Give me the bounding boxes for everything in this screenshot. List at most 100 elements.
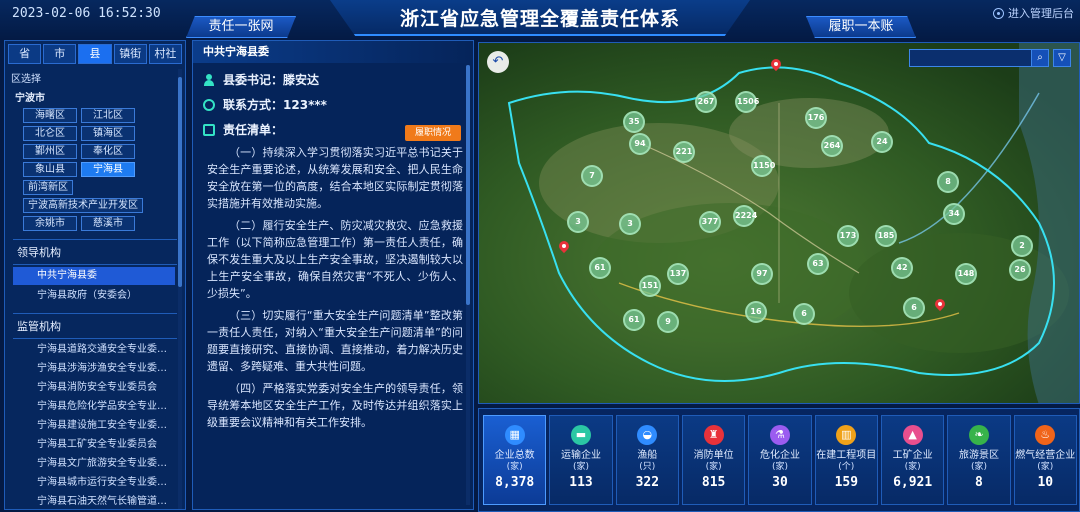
supervision-item[interactable]: 宁海县文广旅游安全专业委…	[13, 456, 175, 472]
district-ninghai[interactable]: 宁海县	[81, 162, 135, 177]
supervision-item[interactable]: 宁海县危险化学品安全专业…	[13, 399, 175, 415]
stat-card-mining-enterprises[interactable]: ▲ 工矿企业 (家) 6,921	[880, 415, 945, 505]
map-pin[interactable]	[771, 59, 781, 73]
stat-card-hazardous-chemicals[interactable]: ⚗ 危化企业 (家) 30	[748, 415, 812, 505]
stat-card-fishing-boats[interactable]: ◒ 渔船 (只) 322	[615, 415, 679, 505]
mid-scroll-thumb[interactable]	[466, 65, 470, 305]
supervision-item[interactable]: 宁海县石油天然气长输管道…	[13, 494, 175, 510]
district-cixi[interactable]: 慈溪市	[81, 216, 135, 231]
map-cluster[interactable]: 377	[699, 211, 721, 233]
stat-card-transport[interactable]: ▬ 运输企业 (家) 113	[549, 415, 613, 505]
tab-town[interactable]: 镇街	[113, 44, 147, 64]
duty-paragraph: （四）严格落实党委对安全生产的领导责任，领导统筹本地区安全生产工作，及时传达并组…	[207, 382, 463, 429]
tab-responsibility-network[interactable]: 责任一张网	[186, 16, 296, 38]
map-cluster[interactable]: 2224	[733, 205, 757, 227]
stat-unit: (家)	[771, 462, 788, 472]
tab-village[interactable]: 村社	[148, 44, 183, 64]
stat-label: 燃气经营企业	[1015, 450, 1076, 461]
map-cluster[interactable]: 26	[1009, 259, 1031, 281]
district-yinzhou[interactable]: 鄞州区	[23, 144, 77, 159]
map-cluster[interactable]: 151	[639, 275, 661, 297]
map-cluster[interactable]: 7	[581, 165, 603, 187]
tab-city[interactable]: 市	[43, 44, 77, 64]
map-cluster[interactable]: 3	[619, 213, 641, 235]
stat-unit: (家)	[970, 462, 987, 472]
leadership-item-county-government[interactable]: 宁海县政府（安委会）	[13, 287, 175, 305]
power-icon	[993, 7, 1004, 19]
satellite-map[interactable]: ↶ ⌕ ▽ 267 1506 35 94 221 176 264 24 7 11…	[478, 42, 1080, 404]
stat-card-gas-enterprises[interactable]: ♨ 燃气经营企业 (家) 10	[1013, 415, 1077, 505]
district-yuyao[interactable]: 余姚市	[23, 216, 77, 231]
search-icon[interactable]: ⌕	[1031, 49, 1049, 67]
district-jiangbei[interactable]: 江北区	[81, 108, 135, 123]
mid-scrollbar[interactable]	[466, 65, 470, 505]
supervision-item[interactable]: 宁海县消防安全专业委员会	[13, 380, 175, 396]
tab-county[interactable]: 县	[78, 44, 112, 64]
district-xiangshan[interactable]: 象山县	[23, 162, 77, 177]
tab-province[interactable]: 省	[8, 44, 42, 64]
map-cluster[interactable]: 137	[667, 263, 689, 285]
truck-icon: ▬	[570, 425, 591, 445]
left-scroll-thumb[interactable]	[178, 77, 182, 287]
map-cluster[interactable]: 61	[589, 257, 611, 279]
district-haishu[interactable]: 海曙区	[23, 108, 77, 123]
map-cluster[interactable]: 16	[745, 301, 767, 323]
map-cluster[interactable]: 1150	[751, 155, 775, 177]
district-hightech-zone[interactable]: 宁波高新技术产业开发区	[23, 198, 143, 213]
supervision-item[interactable]: 宁海县道路交通安全专业委…	[13, 342, 175, 358]
fire-hydrant-icon: ♜	[703, 425, 724, 445]
map-cluster[interactable]: 264	[821, 135, 843, 157]
map-cluster[interactable]: 173	[837, 225, 859, 247]
stat-card-construction-projects[interactable]: ▥ 在建工程项目 (个) 159	[814, 415, 878, 505]
stat-card-total-enterprises[interactable]: ▦ 企业总数 (家) 8,378	[483, 415, 547, 505]
supervision-item[interactable]: 宁海县城市运行安全专业委…	[13, 475, 175, 491]
map-cluster[interactable]: 6	[903, 297, 925, 319]
map-back-button[interactable]: ↶	[487, 51, 509, 73]
map-cluster[interactable]: 24	[871, 131, 893, 153]
map-cluster[interactable]: 34	[943, 203, 965, 225]
leadership-item-county-committee[interactable]: 中共宁海县委	[13, 267, 175, 285]
map-cluster[interactable]: 267	[695, 91, 717, 113]
secretary-label: 县委书记：	[223, 73, 284, 87]
left-scrollbar[interactable]	[178, 69, 182, 509]
tab-duty-ledger[interactable]: 履职一本账	[806, 16, 916, 38]
supervision-item[interactable]: 宁海县涉海涉渔安全专业委…	[13, 361, 175, 377]
map-cluster[interactable]: 1506	[735, 91, 759, 113]
map-search-input[interactable]	[909, 49, 1049, 67]
map-cluster[interactable]: 2	[1011, 235, 1033, 257]
leadership-section-title[interactable]: 领导机构	[13, 239, 177, 265]
map-cluster[interactable]: 9	[657, 311, 679, 333]
map-pin[interactable]	[935, 299, 945, 313]
stat-card-scenic-spots[interactable]: ❧ 旅游景区 (家) 8	[947, 415, 1011, 505]
supervision-item[interactable]: 宁海县工矿安全专业委员会	[13, 437, 175, 453]
supervision-section-title[interactable]: 监管机构	[13, 313, 177, 339]
map-cluster[interactable]: 35	[623, 111, 645, 133]
duty-performance-button[interactable]: 履职情况	[405, 125, 461, 141]
stat-label: 渔船	[637, 450, 658, 461]
district-fenghua[interactable]: 奉化区	[81, 144, 135, 159]
map-cluster[interactable]: 8	[937, 171, 959, 193]
map-cluster[interactable]: 148	[955, 263, 977, 285]
stat-label: 工矿企业	[892, 450, 933, 461]
stat-value: 30	[772, 475, 788, 490]
district-qianwan[interactable]: 前湾新区	[23, 180, 73, 195]
map-cluster[interactable]: 185	[875, 225, 897, 247]
stat-card-fire-units[interactable]: ♜ 消防单位 (家) 815	[681, 415, 746, 505]
map-cluster[interactable]: 6	[793, 303, 815, 325]
district-beilun[interactable]: 北仑区	[23, 126, 77, 141]
map-cluster[interactable]: 42	[891, 257, 913, 279]
supervision-item[interactable]: 宁海县建设施工安全专业委…	[13, 418, 175, 434]
map-cluster[interactable]: 94	[629, 133, 651, 155]
map-cluster[interactable]: 176	[805, 107, 827, 129]
statistics-bar: ▦ 企业总数 (家) 8,378 ▬ 运输企业 (家) 113 ◒ 渔船 (只)…	[478, 408, 1080, 512]
map-cluster[interactable]: 63	[807, 253, 829, 275]
map-pin[interactable]	[559, 241, 569, 255]
filter-icon[interactable]: ▽	[1053, 49, 1071, 67]
stat-unit: (家)	[572, 462, 589, 472]
map-cluster[interactable]: 3	[567, 211, 589, 233]
map-cluster[interactable]: 61	[623, 309, 645, 331]
map-cluster[interactable]: 221	[673, 141, 695, 163]
admin-login-link[interactable]: 进入管理后台	[993, 5, 1074, 21]
district-zhenhai[interactable]: 镇海区	[81, 126, 135, 141]
map-cluster[interactable]: 97	[751, 263, 773, 285]
